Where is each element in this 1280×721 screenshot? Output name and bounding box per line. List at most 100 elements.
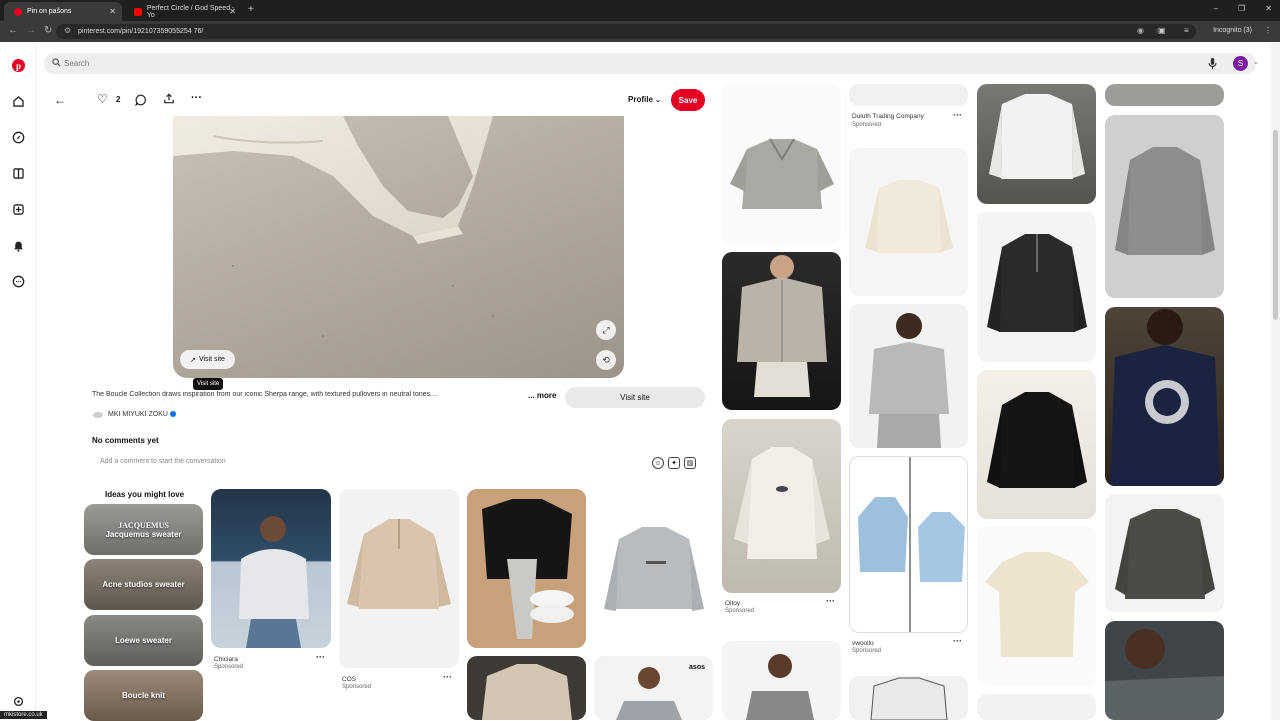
creator-avatar[interactable] [93, 412, 103, 418]
close-tab-icon[interactable]: ✕ [109, 7, 116, 16]
pin-card-olive-polo[interactable] [1105, 494, 1224, 612]
pin-card-grey-sweat-model[interactable] [849, 304, 968, 448]
card-caption[interactable]: Duluth Trading Company [852, 113, 924, 120]
explore-icon[interactable] [10, 129, 26, 145]
idea-boucle[interactable]: Boucle knit [84, 670, 203, 721]
pin-card-fleece[interactable] [722, 419, 841, 593]
extensions-icon[interactable]: ▣ [1158, 26, 1166, 35]
visit-site-pill[interactable]: ↗ Visit site [180, 350, 235, 369]
pin-card-grey-top[interactable] [1105, 84, 1224, 106]
new-tab-button[interactable]: + [248, 4, 254, 15]
window-controls: – ❐ ✕ [1214, 4, 1272, 13]
pin-card-duluth[interactable] [849, 84, 968, 106]
sponsored-label: Sponsored [725, 608, 755, 614]
visual-search-icon[interactable]: ⟲ [596, 350, 616, 370]
card-caption[interactable]: vwoollo [852, 640, 874, 647]
search-input[interactable]: Search [44, 53, 1256, 74]
search-icon [52, 58, 61, 69]
site-info-icon[interactable]: ⚙ [64, 26, 71, 35]
pin-card-white-crew[interactable] [977, 84, 1096, 204]
arrow-out-icon: ↗ [190, 356, 196, 364]
url-field[interactable]: ⚙ pinterest.com/pin/192107359055254 76/ … [56, 24, 1196, 39]
create-icon[interactable] [10, 201, 26, 217]
scrollbar-thumb[interactable] [1273, 130, 1278, 320]
card-caption[interactable]: COS [342, 676, 356, 683]
pin-card-cream-sweater[interactable] [849, 148, 968, 296]
pin-card-grey-essentials[interactable] [594, 489, 713, 648]
idea-acne[interactable]: Acne studios sweater [84, 559, 203, 610]
reload-icon[interactable]: ↻ [44, 25, 52, 36]
pin-card-polo-knit[interactable] [467, 656, 586, 720]
more-options-icon[interactable]: ··· [191, 92, 202, 104]
card-more-icon[interactable]: ··· [953, 110, 962, 120]
card-more-icon[interactable]: ··· [953, 636, 962, 646]
pinterest-logo-icon[interactable]: p [10, 57, 26, 73]
back-icon[interactable]: ← [8, 25, 18, 36]
microphone-icon[interactable] [1208, 57, 1217, 75]
creator-name[interactable]: MKI MIYUKI ZOKU [108, 411, 176, 418]
pin-card-black-zip-fleece[interactable] [977, 370, 1096, 519]
pin-card-grey-polo[interactable] [722, 84, 841, 244]
pin-card-grey-crew[interactable] [1105, 115, 1224, 298]
comment-icon[interactable] [135, 93, 147, 111]
notifications-icon[interactable] [10, 237, 26, 253]
pin-card-dark-model[interactable] [1105, 621, 1224, 720]
pin-card-beige-halfzip[interactable] [339, 489, 459, 668]
heart-icon[interactable]: ♡ [97, 92, 108, 106]
boards-icon[interactable] [10, 165, 26, 181]
share-icon[interactable] [163, 92, 175, 110]
card-more-icon[interactable]: ··· [316, 652, 325, 662]
pin-card-model-hoodie[interactable] [722, 641, 841, 720]
incognito-indicator[interactable]: Incognito (3) [1213, 27, 1252, 34]
minimize-icon[interactable]: – [1214, 4, 1218, 13]
card-more-icon[interactable]: ··· [443, 672, 452, 682]
beige-sweater-photo [347, 519, 451, 609]
home-icon[interactable] [10, 93, 26, 109]
avatar[interactable]: S [1233, 56, 1248, 71]
pin-card-zip-jacket[interactable] [722, 252, 841, 410]
idea-jacquemus[interactable]: JACQUEMUS Jacquemus sweater [84, 504, 203, 555]
sweater-photo [173, 116, 495, 337]
card-caption[interactable]: Chiciara [214, 656, 238, 663]
restore-icon[interactable]: ❐ [1238, 4, 1245, 13]
pinterest-favicon-icon [14, 7, 22, 16]
comment-input[interactable]: Add a comment to start the conversation [100, 458, 226, 465]
dark-model-photo [1105, 629, 1224, 720]
back-arrow-icon[interactable]: ← [54, 93, 66, 107]
expand-icon[interactable]: ⤢ [596, 320, 616, 340]
sponsored-label: Sponsored [852, 648, 882, 654]
close-window-icon[interactable]: ✕ [1265, 4, 1272, 13]
sticker-icon[interactable]: ✦ [668, 457, 680, 469]
card-caption[interactable]: Oitoy [725, 600, 740, 607]
more-link[interactable]: ... more [528, 391, 556, 400]
visit-site-button[interactable]: Visit site [565, 387, 705, 408]
close-tab-icon[interactable]: ✕ [229, 7, 236, 16]
pin-card-asos-model[interactable]: asos [594, 656, 713, 720]
tab-youtube[interactable]: Perfect Circle / God Speed - Yo ✕ [124, 2, 242, 21]
pin-card-blue-hoodie[interactable] [849, 456, 968, 633]
forward-icon[interactable]: → [26, 25, 36, 36]
pin-card-cream-tee[interactable] [977, 527, 1096, 685]
messages-icon[interactable] [10, 273, 26, 289]
navy-graphic-sweater-photo [1110, 309, 1220, 486]
profile-dropdown[interactable]: Profile ⌄ [628, 95, 661, 104]
image-upload-icon[interactable]: ▨ [684, 457, 696, 469]
pin-card-white-sweater[interactable] [849, 676, 968, 720]
idea-loewe[interactable]: Loewe sweater [84, 615, 203, 666]
pin-card-navy-graphic[interactable] [1105, 307, 1224, 486]
menu-icon[interactable]: ⋮ [1264, 26, 1272, 35]
pin-card-outfit-flatlay[interactable] [467, 489, 586, 648]
account-chevron-icon[interactable]: ⌄ [1253, 58, 1259, 66]
eye-off-icon[interactable]: ◉ [1137, 26, 1144, 35]
pin-card-man-sweater[interactable] [211, 489, 331, 648]
pin-card-black-halfzip[interactable] [977, 212, 1096, 362]
settings-icon[interactable] [10, 693, 26, 709]
pin-card-partial[interactable] [977, 694, 1096, 720]
save-button[interactable]: Save [671, 89, 705, 111]
emoji-icon[interactable]: ☺ [652, 457, 664, 469]
like-count: 2 [116, 95, 121, 104]
tab-pinterest[interactable]: Pin on pašons ✕ [4, 2, 122, 21]
card-more-icon[interactable]: ··· [826, 596, 835, 606]
pin-image[interactable]: ⤢ ⟲ [173, 116, 624, 378]
media-icon[interactable]: ≡ [1184, 26, 1189, 35]
